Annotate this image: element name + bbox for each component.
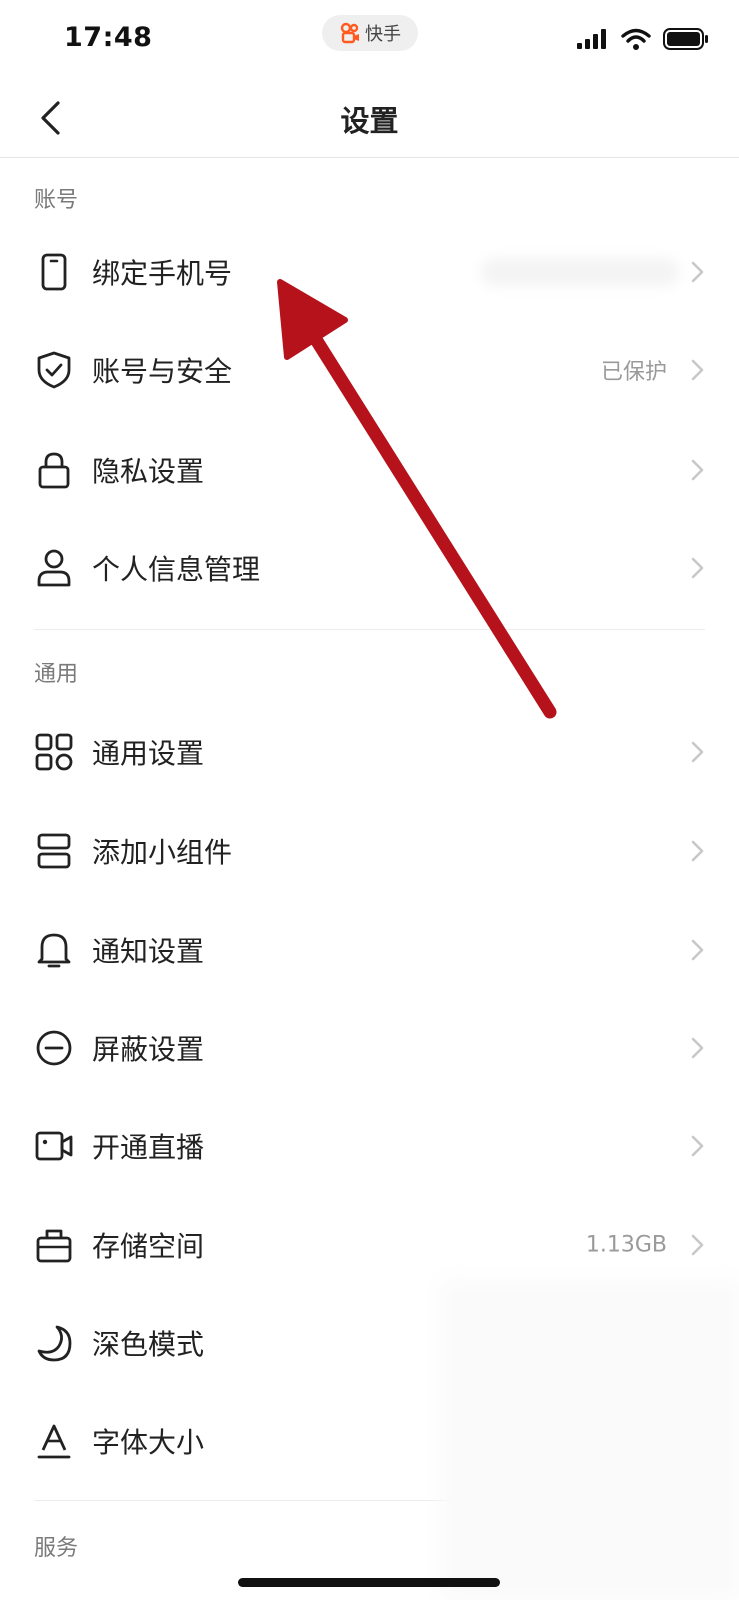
home-indicator[interactable] (238, 1578, 500, 1587)
annotation-arrow (277, 279, 557, 719)
